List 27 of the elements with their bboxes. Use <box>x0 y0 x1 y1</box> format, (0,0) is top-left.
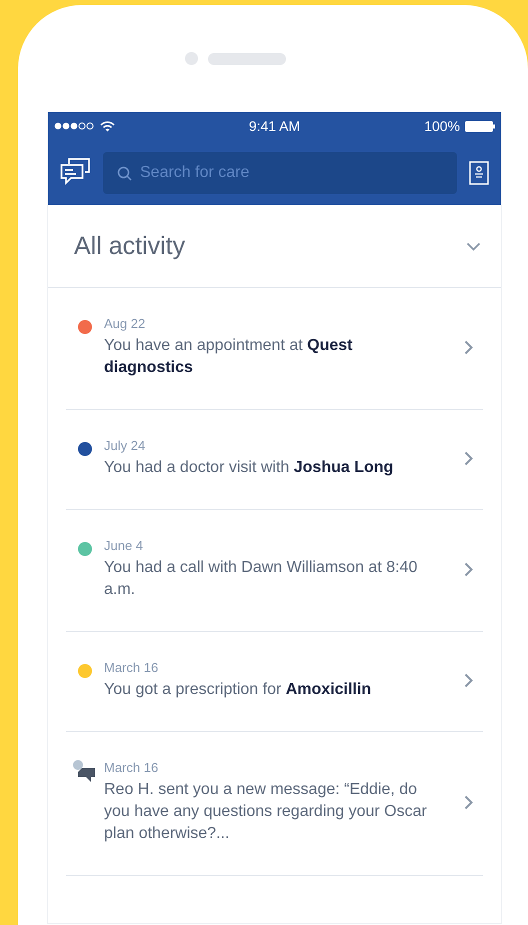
activity-date: Aug 22 <box>104 316 146 331</box>
activity-text: You got a prescription for Amoxicillin <box>104 680 372 700</box>
wifi-icon <box>100 120 115 132</box>
search-field[interactable]: Search for care <box>103 152 457 194</box>
battery-percent: 100% <box>424 118 460 134</box>
status-time: 9:41 AM <box>248 118 300 134</box>
activity-text: Reo H. sent you a new message: “Eddie, do you have any questions regarding your Oscar plan otherwise?... <box>104 780 428 844</box>
activity-text: You have an appointment at Quest diagnostics <box>104 336 354 378</box>
camera-dot <box>184 52 198 65</box>
chevron-right-icon[interactable] <box>464 562 473 577</box>
chevron-down-icon[interactable] <box>466 242 481 250</box>
activity-date: July 24 <box>104 438 146 453</box>
id-card-icon[interactable] <box>469 160 489 184</box>
activity-text: You had a doctor visit with Joshua Long <box>104 458 394 478</box>
battery-icon <box>465 120 495 132</box>
activity-date: March 16 <box>104 660 160 675</box>
signal-icon <box>54 122 94 130</box>
chevron-right-icon[interactable] <box>464 340 473 355</box>
message-icon <box>73 760 97 782</box>
chat-icon[interactable] <box>60 157 91 188</box>
chevron-right-icon[interactable] <box>464 795 473 810</box>
activity-date: June 4 <box>104 538 144 553</box>
activity-filter-title: All activity <box>74 232 186 260</box>
chevron-right-icon[interactable] <box>464 673 473 688</box>
activity-text: You had a call with Dawn Williamson at 8:40 a.m. <box>104 558 418 600</box>
activity-date: March 16 <box>104 760 160 775</box>
chevron-right-icon[interactable] <box>464 451 473 466</box>
